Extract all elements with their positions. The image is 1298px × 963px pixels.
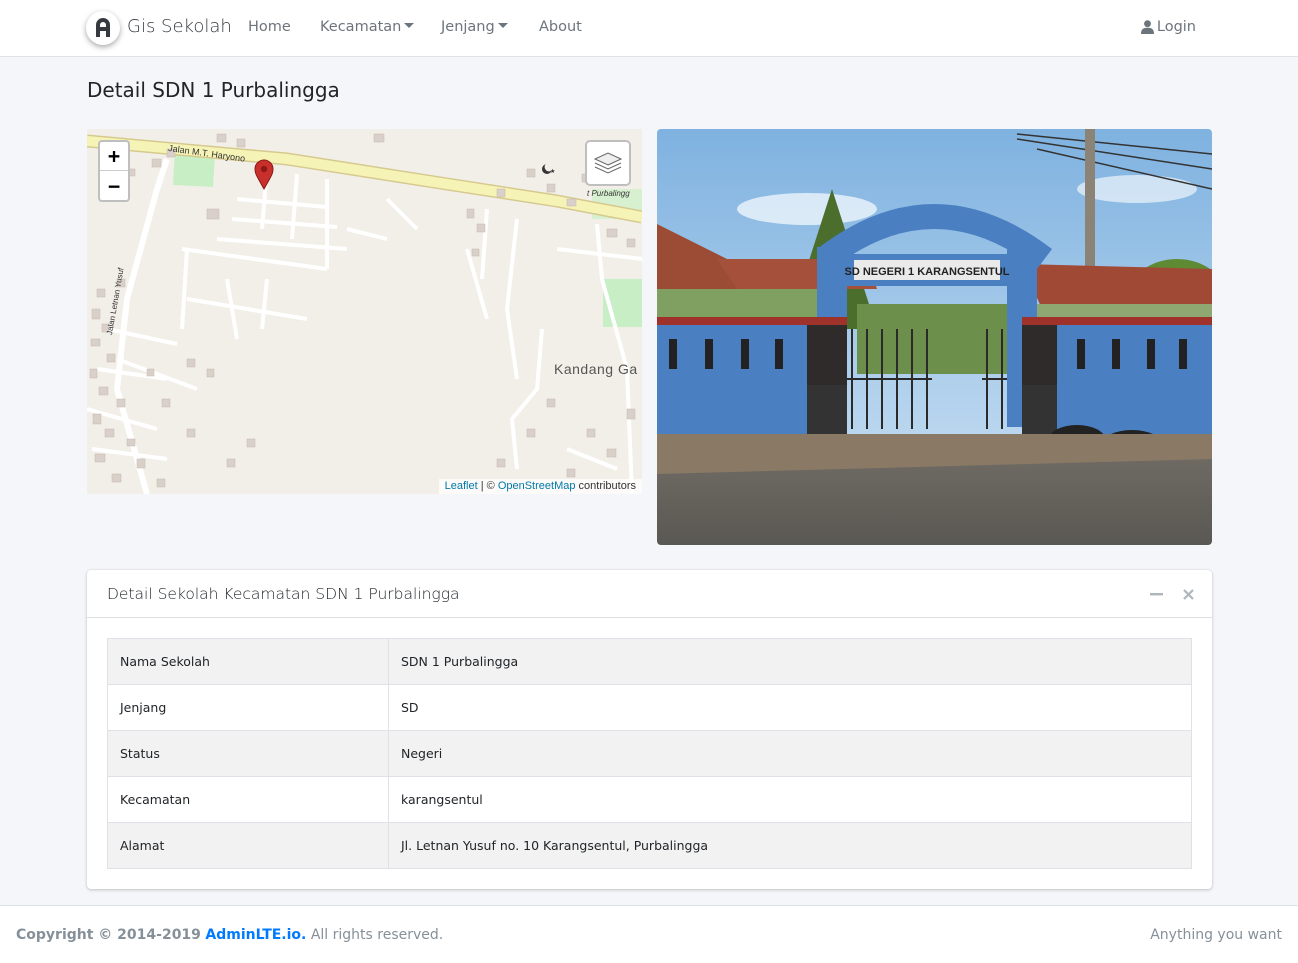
page-title: Detail SDN 1 Purbalingga bbox=[87, 78, 340, 102]
nav-kecamatan-label: Kecamatan bbox=[320, 19, 402, 35]
table-value: karangsentul bbox=[388, 776, 1192, 823]
school-photo: SD NEGERI 1 KARANGSENTUL bbox=[657, 129, 1212, 545]
brand-name[interactable]: Gis Sekolah bbox=[127, 16, 232, 37]
school-detail-table: Nama Sekolah SDN 1 Purbalingga Jenjang S… bbox=[107, 638, 1192, 869]
page-footer: Copyright © 2014-2019 AdminLTE.io. All r… bbox=[0, 905, 1298, 963]
attribution-suffix: contributors bbox=[575, 480, 636, 492]
table-key: Status bbox=[107, 730, 389, 777]
table-value: SDN 1 Purbalingga bbox=[388, 638, 1192, 685]
map-zoom-control: + − bbox=[98, 140, 130, 202]
table-row: Nama Sekolah SDN 1 Purbalingga bbox=[107, 638, 1192, 685]
nav-home[interactable]: Home bbox=[248, 19, 291, 35]
table-key: Jenjang bbox=[107, 684, 389, 731]
collapse-button[interactable] bbox=[1146, 583, 1166, 605]
chevron-down-icon bbox=[497, 23, 508, 28]
map-tiles[interactable]: ★ bbox=[87, 129, 642, 494]
footer-copyright: Copyright © 2014-2019 AdminLTE.io. All r… bbox=[16, 927, 443, 943]
nav-jenjang-dropdown[interactable]: Jenjang bbox=[441, 19, 508, 35]
close-button[interactable] bbox=[1178, 583, 1198, 605]
brand-logo-icon[interactable] bbox=[86, 11, 120, 45]
card-title: Detail Sekolah Kecamatan SDN 1 Purbaling… bbox=[107, 585, 460, 603]
table-value: SD bbox=[388, 684, 1192, 731]
layers-icon bbox=[594, 152, 622, 174]
map-place-label: Kandang Ga bbox=[554, 361, 638, 377]
table-value: Jl. Letnan Yusuf no. 10 Karangsentul, Pu… bbox=[388, 822, 1192, 869]
attribution-separator: | © bbox=[477, 480, 498, 492]
close-icon bbox=[1182, 588, 1194, 600]
school-location-map[interactable]: ★ Jalan M.T. Haryono Jalan Letnan Yusuf … bbox=[87, 129, 642, 494]
copyright-text: Copyright © 2014-2019 bbox=[16, 927, 201, 943]
table-value: Negeri bbox=[388, 730, 1192, 777]
rights-text: All rights reserved. bbox=[310, 927, 444, 943]
adminlte-link[interactable]: AdminLTE.io. bbox=[205, 927, 306, 943]
openstreetmap-link[interactable]: OpenStreetMap bbox=[498, 480, 576, 492]
nav-kecamatan-dropdown[interactable]: Kecamatan bbox=[320, 19, 415, 35]
table-row: Status Negeri bbox=[107, 730, 1192, 777]
map-attribution: Leaflet | © OpenStreetMap contributors bbox=[438, 479, 642, 494]
layers-control-button[interactable] bbox=[585, 140, 631, 186]
login-link[interactable]: Login bbox=[1140, 19, 1196, 35]
zoom-in-button[interactable]: + bbox=[100, 142, 128, 171]
login-label: Login bbox=[1156, 19, 1196, 35]
table-key: Alamat bbox=[107, 822, 389, 869]
zoom-out-button[interactable]: − bbox=[100, 171, 128, 200]
table-row: Kecamatan karangsentul bbox=[107, 776, 1192, 823]
table-key: Nama Sekolah bbox=[107, 638, 389, 685]
nav-about[interactable]: About bbox=[539, 19, 582, 35]
table-key: Kecamatan bbox=[107, 776, 389, 823]
school-detail-card: Detail Sekolah Kecamatan SDN 1 Purbaling… bbox=[87, 570, 1212, 889]
table-row: Jenjang SD bbox=[107, 684, 1192, 731]
minus-icon bbox=[1149, 592, 1163, 595]
user-icon bbox=[1140, 20, 1154, 34]
top-navbar: Gis Sekolah Home Kecamatan Jenjang About… bbox=[0, 0, 1298, 57]
chevron-down-icon bbox=[404, 23, 415, 28]
table-row: Alamat Jl. Letnan Yusuf no. 10 Karangsen… bbox=[107, 822, 1192, 869]
nav-jenjang-label: Jenjang bbox=[441, 19, 495, 35]
footer-right-text: Anything you want bbox=[1150, 927, 1282, 943]
gate-sign-text: SD NEGERI 1 KARANGSENTUL bbox=[844, 266, 1009, 278]
leaflet-link[interactable]: Leaflet bbox=[445, 480, 478, 492]
svg-text:★: ★ bbox=[550, 168, 555, 175]
card-header: Detail Sekolah Kecamatan SDN 1 Purbaling… bbox=[87, 570, 1212, 618]
map-poi-label: t Purbalingg bbox=[587, 189, 630, 198]
school-photo-image: SD NEGERI 1 KARANGSENTUL bbox=[657, 129, 1212, 545]
